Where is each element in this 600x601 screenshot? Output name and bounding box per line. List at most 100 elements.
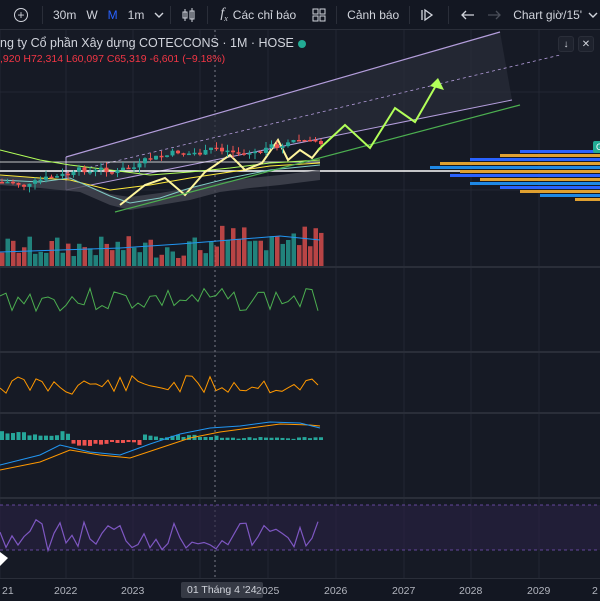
candle	[176, 150, 180, 154]
volume-bar	[44, 252, 49, 266]
ohlc-high: H72,314	[23, 53, 64, 65]
time-label: 2029	[527, 585, 551, 597]
volume-bar	[176, 257, 181, 266]
time-label: 2025	[256, 585, 280, 597]
volume-bar	[253, 240, 258, 266]
macd-histogram-bar	[126, 440, 131, 443]
macd-histogram-bar	[60, 431, 65, 440]
macd-histogram-bar	[253, 438, 257, 440]
close-icon: ✕	[581, 38, 591, 50]
candle	[60, 173, 65, 177]
time-axis[interactable]: 21 2022 2023 01 Tháng 4 '24 2025 2026 20…	[0, 578, 600, 601]
candle	[71, 171, 76, 176]
candle	[82, 167, 87, 173]
pane-settings-button[interactable]: ✕	[578, 36, 594, 52]
candle	[242, 153, 246, 155]
macd-histogram-bar	[22, 432, 26, 440]
candle	[77, 167, 81, 172]
volume-bar	[55, 237, 60, 266]
volume-bar	[280, 243, 285, 266]
macd-histogram-bar	[121, 440, 125, 443]
macd-histogram-bar	[209, 436, 213, 440]
candle	[302, 140, 307, 142]
candle	[308, 140, 312, 142]
macd-histogram-bar	[44, 435, 48, 440]
volume-bar	[154, 257, 159, 266]
candle	[115, 170, 120, 173]
time-label: 2023	[121, 585, 145, 597]
macd-histogram-bar	[27, 435, 32, 440]
scroll-down-button[interactable]: ↓	[558, 36, 574, 52]
volume-bar	[5, 238, 10, 266]
macd-histogram-bar	[236, 438, 241, 440]
candle	[49, 176, 54, 179]
volume-bar	[291, 233, 296, 266]
macd-histogram-bar	[220, 437, 224, 440]
candle	[319, 140, 323, 145]
macd-histogram-bar	[258, 437, 263, 440]
macd-histogram-bar	[242, 438, 246, 440]
arrow-down-icon: ↓	[563, 38, 569, 50]
ohlc-low: L60,097	[65, 53, 104, 65]
volume-bar	[77, 243, 82, 266]
volume-bar	[302, 226, 307, 266]
macd-histogram-bar	[66, 433, 70, 440]
time-label: 2022	[54, 585, 78, 597]
macd-histogram-bar	[110, 440, 114, 443]
volume-bar	[121, 250, 126, 266]
volume-bar	[82, 247, 87, 266]
macd-histogram-bar	[16, 432, 21, 440]
volume-bar	[264, 250, 269, 266]
candle	[214, 147, 219, 150]
candle	[165, 155, 169, 157]
candle	[5, 181, 10, 184]
price-badge: G	[593, 141, 600, 153]
candle	[22, 184, 26, 187]
candle	[264, 147, 268, 153]
candle	[275, 144, 279, 148]
volume-bar	[22, 247, 27, 266]
collapse-pane-icon[interactable]	[0, 552, 8, 566]
macd-histogram-bar	[77, 440, 81, 446]
volume-bar	[181, 255, 186, 266]
candle	[209, 147, 213, 150]
candle	[313, 140, 318, 142]
macd-histogram-bar	[99, 440, 103, 445]
candle	[0, 182, 4, 184]
volume-bar	[297, 245, 302, 266]
macd-histogram-bar	[71, 440, 76, 444]
volume-bar	[308, 246, 313, 266]
macd-histogram-bar	[49, 435, 54, 440]
macd-histogram	[0, 431, 323, 446]
candle	[286, 142, 290, 147]
candle	[33, 180, 37, 184]
volume-bar	[187, 241, 192, 266]
chart-canvas[interactable]	[0, 0, 600, 578]
candle	[44, 176, 48, 180]
volume-bar	[49, 240, 54, 266]
candle	[297, 140, 301, 142]
candle	[148, 158, 153, 160]
candle	[11, 181, 15, 184]
candle	[93, 169, 98, 172]
volume-profile	[430, 150, 600, 201]
volume-bar	[209, 241, 214, 266]
candle	[126, 167, 131, 170]
volume-bar	[247, 241, 252, 266]
ohlc-legend: ,920 H72,314 L60,097 C65,319 -6,601 (−9.…	[0, 53, 225, 65]
volume-bar	[38, 251, 43, 266]
candle	[280, 146, 285, 148]
candle	[258, 151, 263, 153]
macd-histogram-bar	[93, 440, 98, 444]
volume-bar	[11, 240, 16, 266]
time-label: 2028	[459, 585, 483, 597]
candle	[38, 179, 43, 182]
volume-bar	[132, 247, 137, 266]
time-label: 21	[2, 585, 14, 597]
volume-bar	[16, 252, 21, 266]
ohlc-close: C65,319	[106, 53, 147, 65]
candle	[247, 153, 252, 155]
volume-bar	[220, 225, 225, 266]
candle	[121, 167, 125, 171]
time-label: 2027	[392, 585, 416, 597]
